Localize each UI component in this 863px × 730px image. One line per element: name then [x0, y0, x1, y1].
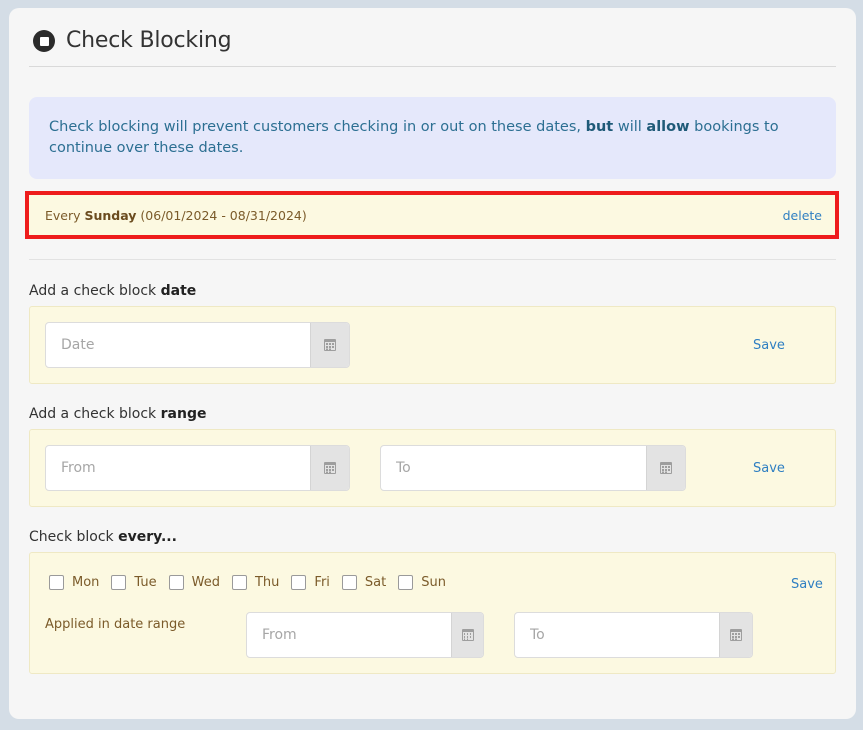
every-from-calendar-button[interactable] — [451, 613, 483, 657]
add-date-label-bold: date — [160, 283, 197, 299]
day-sun[interactable]: Sun — [398, 575, 446, 590]
save-range-button[interactable]: Save — [753, 461, 785, 476]
range-from-calendar-button[interactable] — [310, 446, 349, 490]
every-label: Check block every... — [29, 529, 177, 545]
info-text-2: will — [613, 119, 647, 135]
day-thu[interactable]: Thu — [231, 575, 280, 590]
range-from-input-group — [45, 445, 350, 491]
every-box: Mon Tue Wed Thu Fri Sat Sun Save Applied… — [29, 552, 836, 674]
day-label: Thu — [254, 575, 280, 590]
add-range-label: Add a check block range — [29, 406, 206, 422]
sun-checkbox[interactable] — [398, 575, 414, 590]
info-text-but: but — [585, 119, 614, 135]
date-input[interactable] — [46, 323, 310, 367]
calendar-icon — [324, 462, 336, 474]
every-from-input[interactable] — [247, 613, 451, 657]
date-input-group — [45, 322, 350, 368]
every-from-input-group — [246, 612, 484, 658]
day-label: Fri — [314, 575, 330, 590]
weekday-checkboxes: Mon Tue Wed Thu Fri Sat Sun — [49, 575, 458, 590]
stop-circle-icon — [33, 30, 55, 52]
day-label: Sun — [421, 575, 446, 590]
check-blocking-panel: Check Blocking Check blocking will preve… — [9, 8, 856, 719]
day-sat[interactable]: Sat — [341, 575, 387, 590]
add-range-label-prefix: Add a check block — [29, 406, 161, 422]
calendar-icon — [324, 339, 336, 351]
rule-description: Every Sunday (06/01/2024 - 08/31/2024) — [45, 208, 307, 223]
add-date-box: Save — [29, 306, 836, 384]
day-fri[interactable]: Fri — [291, 575, 330, 590]
existing-block-rule: Every Sunday (06/01/2024 - 08/31/2024) d… — [25, 191, 839, 239]
range-to-calendar-button[interactable] — [646, 446, 685, 490]
save-every-button[interactable]: Save — [791, 577, 823, 592]
page-title: Check Blocking — [66, 28, 232, 53]
range-to-input-group — [380, 445, 686, 491]
every-label-prefix: Check block — [29, 529, 119, 545]
wed-checkbox[interactable] — [168, 575, 184, 590]
day-label: Tue — [134, 575, 157, 590]
add-date-label: Add a check block date — [29, 283, 196, 299]
calendar-icon — [660, 462, 672, 474]
info-text-allow: allow — [646, 119, 690, 135]
calendar-icon — [730, 629, 742, 641]
day-label: Sat — [364, 575, 387, 590]
every-to-calendar-button[interactable] — [719, 613, 752, 657]
panel-header: Check Blocking — [29, 26, 836, 67]
applied-range-label: Applied in date range — [45, 617, 186, 632]
day-label: Wed — [191, 575, 220, 590]
every-label-bold: every... — [118, 529, 177, 545]
day-label: Mon — [72, 575, 100, 590]
rule-range: (06/01/2024 - 08/31/2024) — [136, 208, 307, 223]
thu-checkbox[interactable] — [231, 575, 247, 590]
divider — [29, 259, 836, 260]
range-to-input[interactable] — [381, 446, 646, 490]
rule-day: Sunday — [84, 208, 137, 223]
day-mon[interactable]: Mon — [49, 575, 99, 590]
calendar-icon — [461, 629, 474, 641]
date-calendar-button[interactable] — [310, 323, 349, 367]
add-date-label-prefix: Add a check block — [29, 283, 161, 299]
delete-rule-link[interactable]: delete — [783, 208, 822, 223]
fri-checkbox[interactable] — [291, 575, 307, 590]
add-range-box: Save — [29, 429, 836, 507]
day-tue[interactable]: Tue — [111, 575, 157, 590]
info-alert: Check blocking will prevent customers ch… — [29, 97, 836, 179]
save-date-button[interactable]: Save — [753, 338, 785, 353]
every-to-input[interactable] — [515, 613, 719, 657]
mon-checkbox[interactable] — [49, 575, 64, 590]
day-wed[interactable]: Wed — [168, 575, 220, 590]
range-from-input[interactable] — [46, 446, 310, 490]
tue-checkbox[interactable] — [111, 575, 127, 590]
sat-checkbox[interactable] — [341, 575, 357, 590]
add-range-label-bold: range — [160, 406, 207, 422]
every-to-input-group — [514, 612, 753, 658]
info-text-1: Check blocking will prevent customers ch… — [49, 119, 586, 135]
rule-prefix: Every — [45, 208, 85, 223]
